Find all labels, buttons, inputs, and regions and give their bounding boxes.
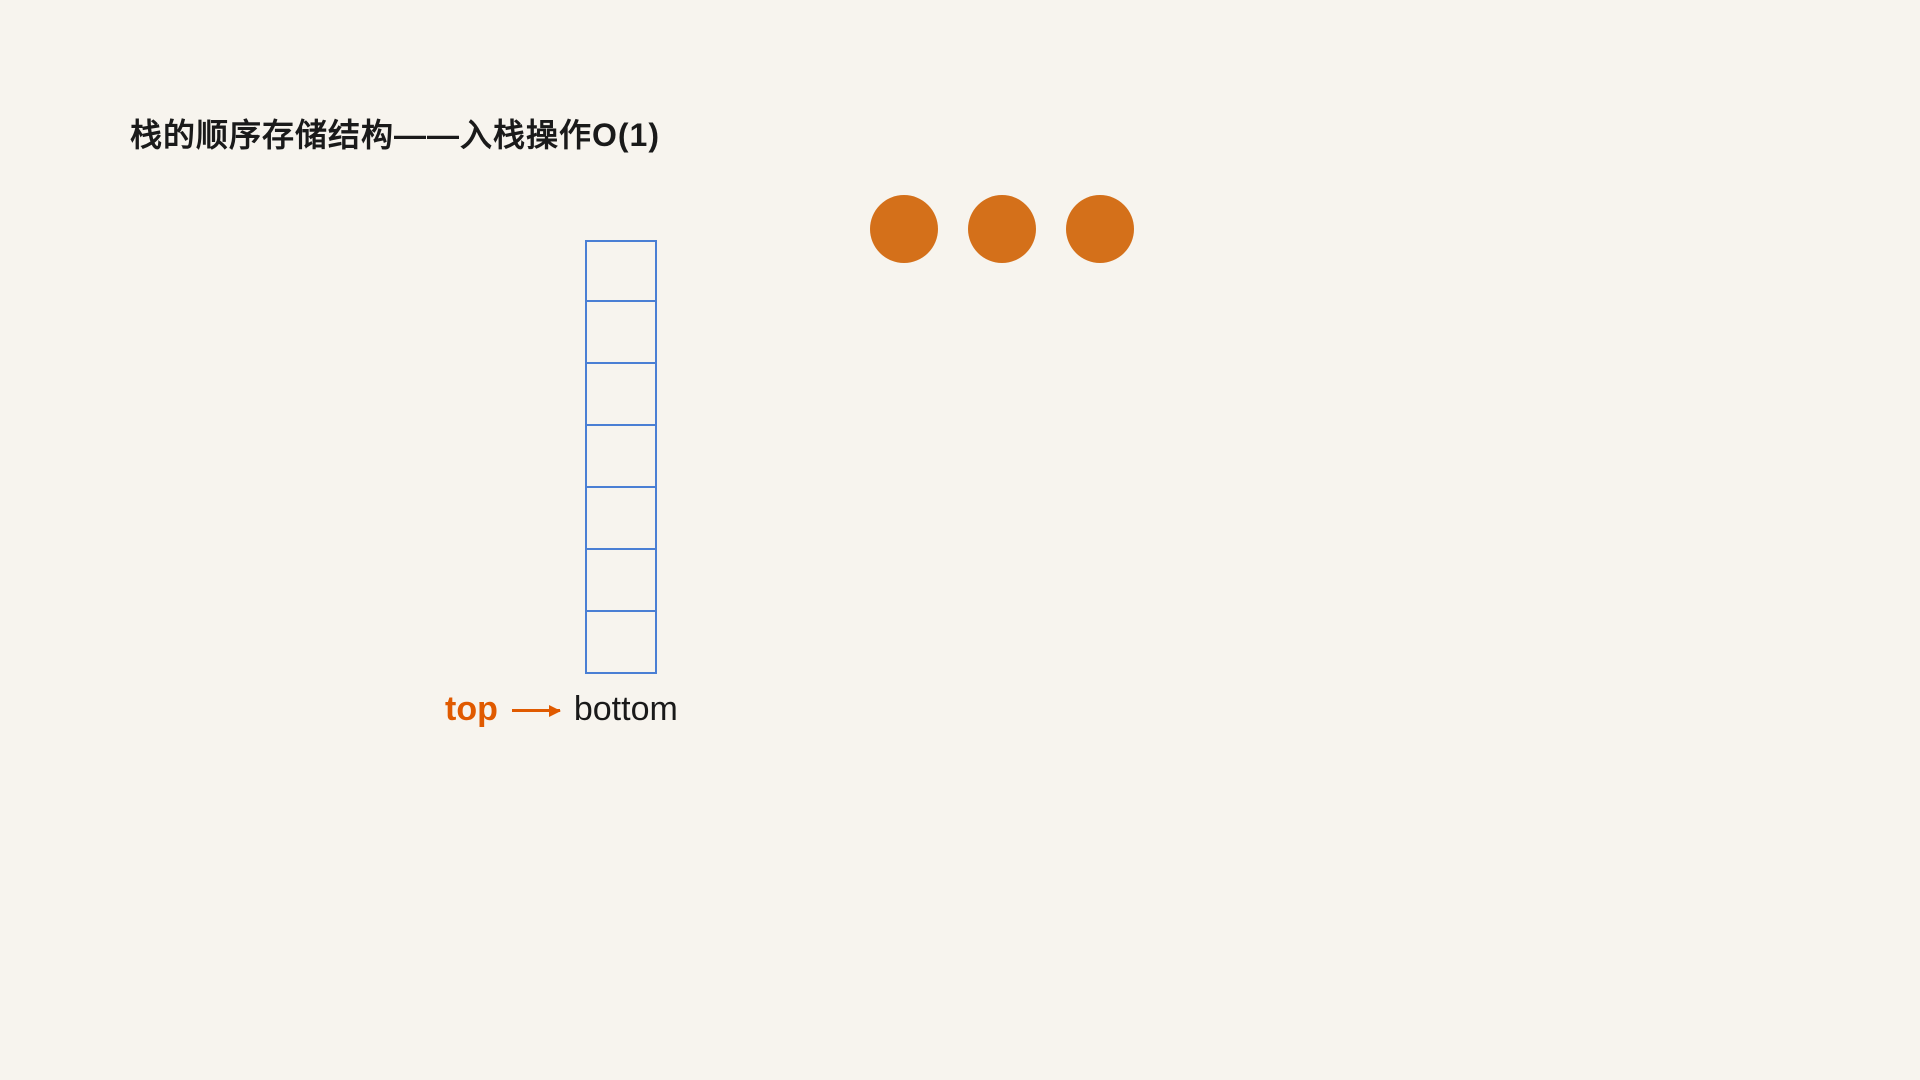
label-bottom: bottom [574, 690, 678, 729]
stack-cell-1 [585, 240, 657, 302]
stack-cell-3 [585, 364, 657, 426]
stack-diagram [585, 240, 657, 674]
stack-labels: top bottom [445, 690, 678, 729]
stack-cell-2 [585, 302, 657, 364]
circle-3 [1066, 195, 1134, 263]
circles-group [870, 195, 1134, 263]
arrow-icon [512, 709, 560, 712]
stack-cell-6 [585, 550, 657, 612]
page-title: 栈的顺序存储结构——入栈操作O(1) [130, 110, 660, 156]
stack-cell-4 [585, 426, 657, 488]
label-top: top [445, 690, 498, 729]
circle-2 [968, 195, 1036, 263]
stack-cell-5 [585, 488, 657, 550]
stack-cell-7 [585, 612, 657, 674]
circle-1 [870, 195, 938, 263]
